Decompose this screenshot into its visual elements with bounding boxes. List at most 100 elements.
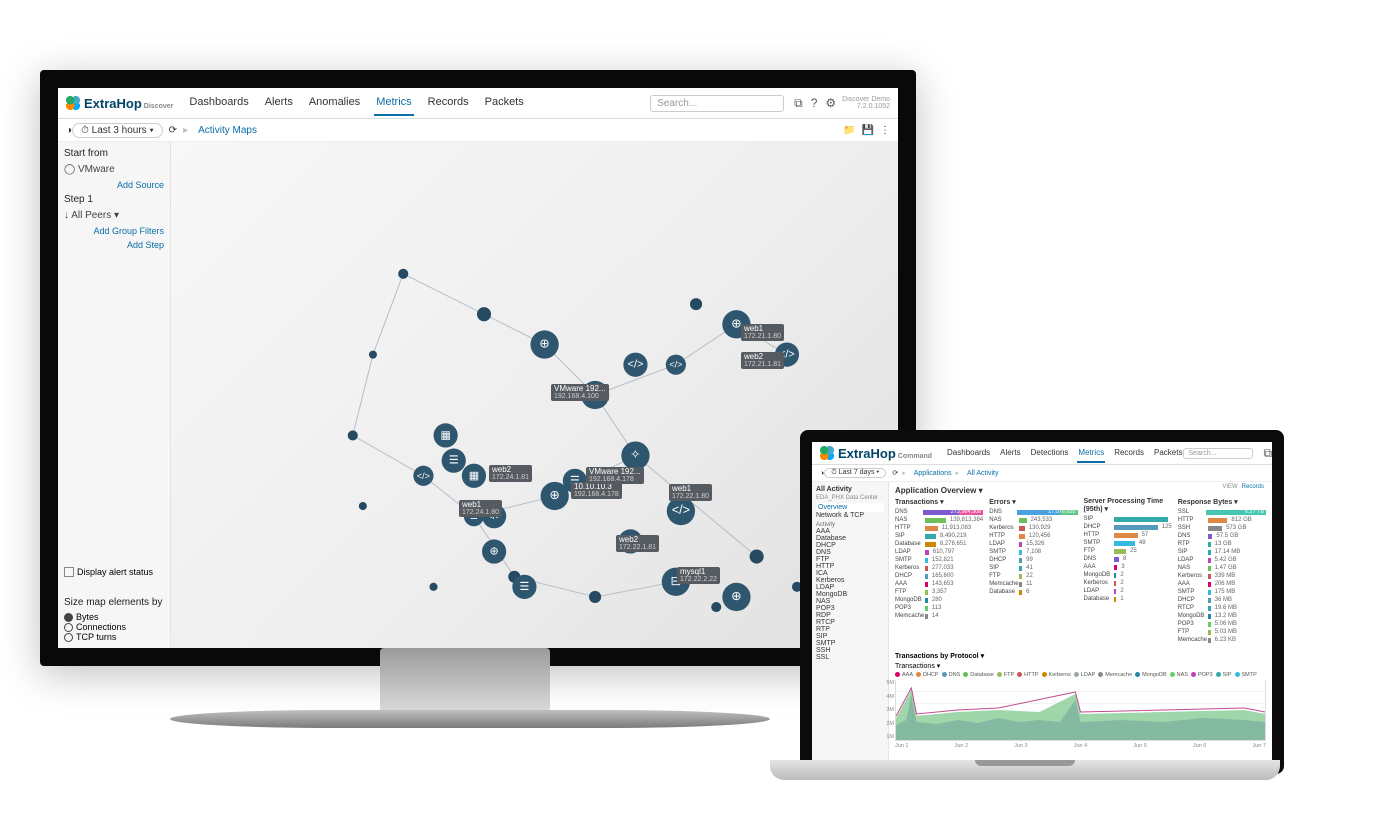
- lap-refresh-icon[interactable]: ⟳: [892, 469, 898, 477]
- col-trans-row-dns[interactable]: DNS273,984,908: [895, 508, 983, 516]
- lap-sb-nas[interactable]: NAS: [816, 598, 884, 605]
- add-group-filters-link[interactable]: Add Group Filters: [64, 226, 164, 236]
- col-spt-row-mongodb[interactable]: MongoDB2: [1084, 571, 1172, 579]
- col-bytes-row-smtp[interactable]: SMTP175 MB: [1178, 588, 1266, 596]
- display-alert-checkbox[interactable]: Display alert status: [64, 567, 164, 577]
- legend-http[interactable]: HTTP: [1017, 672, 1038, 678]
- legend-memcache[interactable]: Memcache: [1098, 672, 1132, 678]
- col-spt-row-sip[interactable]: SIP: [1084, 515, 1172, 523]
- col-bytes-title[interactable]: Response Bytes ▾: [1178, 498, 1266, 506]
- col-trans-row-memcache[interactable]: Memcache14: [895, 612, 983, 620]
- lap-sb-kerberos[interactable]: Kerberos: [816, 577, 884, 584]
- col-bytes-row-http[interactable]: HTTP812 GB: [1178, 516, 1266, 524]
- col-spt-row-database[interactable]: Database1: [1084, 595, 1172, 603]
- legend-dns[interactable]: DNS: [942, 672, 961, 678]
- col-trans-row-sip[interactable]: SIP8,490,219: [895, 532, 983, 540]
- legend-ldap[interactable]: LDAP: [1074, 672, 1095, 678]
- legend-smtp[interactable]: SMTP: [1235, 672, 1257, 678]
- lap-sb-ssl[interactable]: SSL: [816, 654, 884, 661]
- nav-metrics[interactable]: Metrics: [374, 90, 413, 116]
- legend-pop3[interactable]: POP3: [1191, 672, 1213, 678]
- legend-ftp[interactable]: FTP: [997, 672, 1014, 678]
- nav-alerts[interactable]: Alerts: [263, 90, 295, 116]
- add-source-link[interactable]: Add Source: [64, 180, 164, 190]
- legend-sip[interactable]: SIP: [1216, 672, 1232, 678]
- col-err-row-nas[interactable]: NAS243,533: [989, 516, 1077, 524]
- col-err-title[interactable]: Errors ▾: [989, 498, 1077, 506]
- time-range-picker[interactable]: ⏱ Last 3 hours ▾: [72, 123, 163, 138]
- col-bytes-row-ssh[interactable]: SSH573 GB: [1178, 524, 1266, 532]
- col-err-row-memcache[interactable]: Memcache11: [989, 580, 1077, 588]
- search-input[interactable]: Search...: [650, 95, 784, 112]
- legend-nas[interactable]: NAS: [1170, 672, 1188, 678]
- col-bytes-row-kerberos[interactable]: Kerberos339 MB: [1178, 572, 1266, 580]
- col-bytes-row-sip[interactable]: SIP17.14 MB: [1178, 548, 1266, 556]
- lap-sb-aaa[interactable]: AAA: [816, 528, 884, 535]
- lap-crumb-1[interactable]: Applications: [914, 470, 952, 477]
- more-icon[interactable]: ⋮: [880, 125, 890, 136]
- legend-kerberos[interactable]: Kerberos: [1042, 672, 1071, 678]
- col-err-row-sip[interactable]: SIP41: [989, 564, 1077, 572]
- lap-sb-pop3[interactable]: POP3: [816, 605, 884, 612]
- systems-icon[interactable]: ⧉: [794, 96, 803, 111]
- col-spt-title[interactable]: Server Processing Time (95th) ▾: [1084, 498, 1172, 513]
- records-link[interactable]: Records: [1242, 484, 1264, 490]
- size-radio-tcp-turns[interactable]: TCP turns: [64, 632, 164, 642]
- col-bytes-row-ftp[interactable]: FTP5.03 MB: [1178, 628, 1266, 636]
- node-label-web2[interactable]: web2172.22.1.81: [616, 535, 659, 552]
- lap-sb-overview[interactable]: Overview: [816, 503, 884, 512]
- lap-nav-detections[interactable]: Detections: [1030, 444, 1070, 463]
- lap-sb-rtp[interactable]: RTP: [816, 626, 884, 633]
- breadcrumb[interactable]: Activity Maps: [198, 125, 257, 136]
- lap-sb-sip[interactable]: SIP: [816, 633, 884, 640]
- col-err-row-kerberos[interactable]: Kerberos130,929: [989, 524, 1077, 532]
- col-spt-row-aaa[interactable]: AAA3: [1084, 563, 1172, 571]
- node-label-web2[interactable]: web2172.21.1.81: [741, 352, 784, 369]
- col-bytes-row-dns[interactable]: DNS57.5 GB: [1178, 532, 1266, 540]
- col-spt-row-smtp[interactable]: SMTP48: [1084, 539, 1172, 547]
- node-label-web1[interactable]: web1172.24.1.80: [459, 500, 502, 517]
- col-spt-row-kerberos[interactable]: Kerberos2: [1084, 579, 1172, 587]
- nav-packets[interactable]: Packets: [483, 90, 526, 116]
- col-trans-row-http[interactable]: HTTP11,913,083: [895, 524, 983, 532]
- lap-sb-rdp[interactable]: RDP: [816, 612, 884, 619]
- col-bytes-row-pop3[interactable]: POP35.06 MB: [1178, 620, 1266, 628]
- lap-sb-dns[interactable]: DNS: [816, 549, 884, 556]
- col-bytes-row-aaa[interactable]: AAA206 MB: [1178, 580, 1266, 588]
- lap-nav-packets[interactable]: Packets: [1153, 444, 1183, 463]
- nav-dashboards[interactable]: Dashboards: [187, 90, 250, 116]
- lap-sb-ldap[interactable]: LDAP: [816, 584, 884, 591]
- help-icon[interactable]: ?: [811, 96, 818, 110]
- lap-crumb-2[interactable]: All Activity: [967, 470, 999, 477]
- lap-nav-records[interactable]: Records: [1113, 444, 1145, 463]
- col-bytes-row-mongodb[interactable]: MongoDB13.2 MB: [1178, 612, 1266, 620]
- add-step-link[interactable]: Add Step: [64, 240, 164, 250]
- col-spt-row-dns[interactable]: DNS8: [1084, 555, 1172, 563]
- lap-sb-ftp[interactable]: FTP: [816, 556, 884, 563]
- col-bytes-row-dhcp[interactable]: DHCP36 MB: [1178, 596, 1266, 604]
- refresh-icon[interactable]: ⟳: [169, 125, 177, 136]
- col-trans-row-mongodb[interactable]: MongoDB280: [895, 596, 983, 604]
- node-label-VMware-192-[interactable]: VMware 192...192.168.4.100: [551, 384, 609, 401]
- col-err-row-smtp[interactable]: SMTP7,108: [989, 548, 1077, 556]
- col-trans-row-kerberos[interactable]: Kerberos277,033: [895, 564, 983, 572]
- lap-sb-http[interactable]: HTTP: [816, 563, 884, 570]
- node-label-10-10-10-3[interactable]: 10.10.10.3192.168.4.178: [571, 482, 622, 499]
- lap-sb-smtp[interactable]: SMTP: [816, 640, 884, 647]
- col-err-row-database[interactable]: Database6: [989, 588, 1077, 596]
- col-trans-row-ftp[interactable]: FTP3,357: [895, 588, 983, 596]
- lap-nav-metrics[interactable]: Metrics: [1077, 444, 1105, 463]
- col-trans-row-dhcp[interactable]: DHCP165,600: [895, 572, 983, 580]
- lap-sb-network-tcp[interactable]: Network & TCP: [816, 512, 884, 519]
- col-trans-row-aaa[interactable]: AAA143,653: [895, 580, 983, 588]
- lap-sb-rtcp[interactable]: RTCP: [816, 619, 884, 626]
- lap-search[interactable]: Search...: [1183, 448, 1253, 459]
- legend-database[interactable]: Database: [963, 672, 994, 678]
- node-label-web1[interactable]: web1172.22.1.80: [669, 484, 712, 501]
- col-trans-row-pop3[interactable]: POP3113: [895, 604, 983, 612]
- col-spt-row-dhcp[interactable]: DHCP125: [1084, 523, 1172, 531]
- col-bytes-row-rtp[interactable]: RTP13 GB: [1178, 540, 1266, 548]
- peers-dropdown[interactable]: ↓ All Peers ▾: [64, 209, 164, 222]
- node-label-web2[interactable]: web2172.24.1.81: [489, 465, 532, 482]
- col-bytes-row-ssl[interactable]: SSL6.27 TB: [1178, 508, 1266, 516]
